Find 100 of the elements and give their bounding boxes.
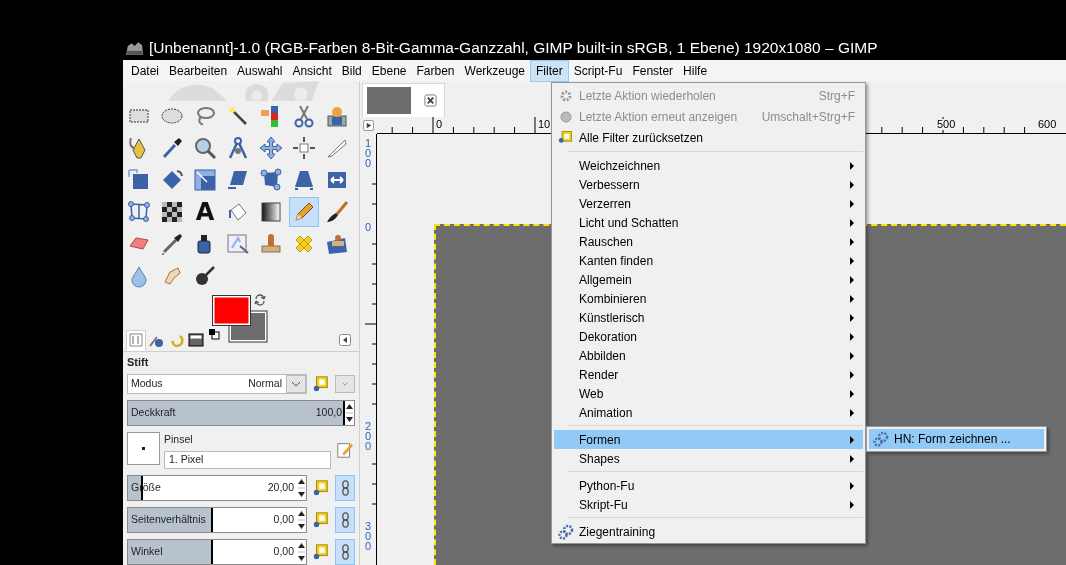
menu-label: Python-Fu (579, 477, 635, 495)
menu-item[interactable]: Alle Filter zurücksetzen (554, 127, 863, 148)
reset-button[interactable] (311, 478, 331, 498)
submenu-arrow-icon (849, 389, 855, 398)
image-tab[interactable] (362, 83, 445, 117)
menu-item[interactable]: Web (554, 384, 863, 403)
slider-label: Winkel (131, 544, 163, 560)
triangle-right-icon (363, 120, 374, 131)
ruler-label: 10 (537, 119, 552, 130)
dropdown-value: Normal (248, 375, 282, 391)
crosshair-square-icon (292, 135, 316, 160)
menu-item[interactable]: Rauschen (554, 232, 863, 251)
handle-nodes-icon (259, 167, 283, 192)
chain-button[interactable] (335, 539, 355, 565)
window-title: [Unbenannt]-1.0 (RGB-Farben 8-Bit-Gamma-Ganzzahl, GIMP built-in sRGB, 1 Ebene) 1920x1080 – GIMP (149, 37, 878, 58)
menu-item[interactable]: Datei (126, 60, 164, 81)
menu-item[interactable]: Script-Fu (568, 60, 628, 81)
brush-preview[interactable] (127, 431, 160, 465)
slider[interactable]: Seitenverhältnis 0,00 (127, 507, 307, 533)
magnifier-icon (193, 135, 217, 160)
tool-button[interactable]: A (190, 196, 220, 227)
opacity-slider[interactable]: Deckkraft 100,0 (127, 399, 355, 426)
menu-item[interactable]: Werkzeuge (459, 60, 530, 81)
menu-item[interactable]: Animation (554, 403, 863, 422)
tab-menu-icon[interactable] (339, 334, 351, 346)
chain-button[interactable] (335, 507, 355, 533)
image-frame-icon (188, 332, 204, 348)
menu-item[interactable]: Formen (554, 430, 863, 449)
undo-arrows-icon (168, 332, 184, 348)
ruler-label: 600 (1037, 119, 1058, 130)
slider-label: Seitenverhältnis (131, 512, 206, 528)
submenu-arrow-icon (849, 435, 855, 444)
menu-item[interactable]: Verbessern (554, 175, 863, 194)
submenu-arrow-icon (849, 161, 855, 170)
menu-item[interactable]: Kombinieren (554, 289, 863, 308)
chain-icon (340, 512, 350, 528)
spin-arrows-icon[interactable] (297, 476, 306, 500)
menu-item[interactable]: Filter (530, 59, 569, 82)
tool-button[interactable] (289, 196, 319, 227)
wilber-icon (125, 39, 144, 56)
menu-label: Rauschen (579, 233, 634, 251)
slider-label: Deckkraft (131, 404, 176, 420)
menu-item[interactable]: Skript-Fu (554, 495, 863, 514)
checker-icon (160, 199, 184, 224)
menu-item[interactable]: Fenster (627, 60, 679, 81)
submenu-arrow-icon (849, 237, 855, 246)
reset-button[interactable] (311, 542, 331, 562)
brush-field[interactable]: 1. Pixel (164, 451, 331, 469)
spin-arrows-icon[interactable] (297, 540, 306, 564)
mode-dropdown[interactable]: Modus Normal (127, 373, 307, 394)
sliders-icon (128, 332, 144, 348)
reset-button[interactable] (311, 373, 331, 394)
menu-item[interactable]: Auswahl (232, 60, 288, 81)
chevron-down-icon (291, 380, 301, 387)
dropdown-label: Modus (131, 375, 163, 391)
slider-value: 100,0 (315, 404, 342, 420)
spin-arrows-icon[interactable] (297, 508, 306, 532)
slider[interactable]: Winkel 0,00 (127, 539, 307, 565)
menu-item[interactable]: Künstlerisch (554, 308, 863, 327)
menu-item[interactable]: Python-Fu (554, 476, 863, 495)
menu-item[interactable]: Hilfe (678, 60, 713, 81)
menu-item[interactable]: Bearbeiten (164, 60, 233, 81)
menu-item[interactable]: Ansicht (287, 60, 337, 81)
reset-button[interactable] (311, 510, 331, 530)
submenu-arrow-icon (849, 180, 855, 189)
menu-item[interactable]: Abbilden (554, 346, 863, 365)
menu-item[interactable]: Farben (411, 60, 460, 81)
canvas-brush-icon (226, 231, 250, 256)
color-swatches-drawing[interactable] (208, 294, 268, 343)
submenu-arrow-icon (849, 454, 855, 463)
swap-arrows-icon[interactable] (253, 292, 267, 307)
menu-item[interactable]: Ziegentraining (554, 522, 863, 541)
menu-item[interactable]: Licht und Schatten (554, 213, 863, 232)
scissors-icon (292, 103, 316, 128)
menu-label: Animation (579, 404, 633, 422)
menu-label: Alle Filter zurücksetzen (579, 129, 704, 147)
menu-item[interactable]: HN: Form zeichnen ... (869, 429, 1044, 449)
menu-label: Shapes (579, 450, 620, 468)
submenu-arrow-icon (849, 275, 855, 284)
menu-item[interactable]: Allgemein (554, 270, 863, 289)
submenu-arrow-icon (849, 218, 855, 227)
dodge-tool-icon (193, 263, 217, 288)
ruler-menu-button[interactable] (360, 117, 377, 134)
menu-item[interactable]: Shapes (554, 449, 863, 468)
menu-item[interactable]: Dekoration (554, 327, 863, 346)
chain-button[interactable] (335, 475, 355, 501)
menu-item[interactable]: Weichzeichnen (554, 156, 863, 175)
menu-item[interactable]: Render (554, 365, 863, 384)
menu-item[interactable]: Ebene (366, 60, 412, 81)
menu-item[interactable]: Bild (336, 60, 367, 81)
slider-value: 20,00 (267, 480, 294, 496)
options-title: Stift (127, 355, 150, 368)
menu-label: Kombinieren (579, 290, 647, 308)
menu-label: Verbessern (579, 176, 640, 194)
brush-label: Pinsel (164, 431, 194, 447)
menu-label: Formen (579, 431, 621, 449)
menu-label: Abbilden (579, 347, 626, 365)
menu-label: HN: Form zeichnen ... (894, 431, 1011, 448)
menu-item[interactable]: Verzerren (554, 194, 863, 213)
menu-item[interactable]: Kanten finden (554, 251, 863, 270)
